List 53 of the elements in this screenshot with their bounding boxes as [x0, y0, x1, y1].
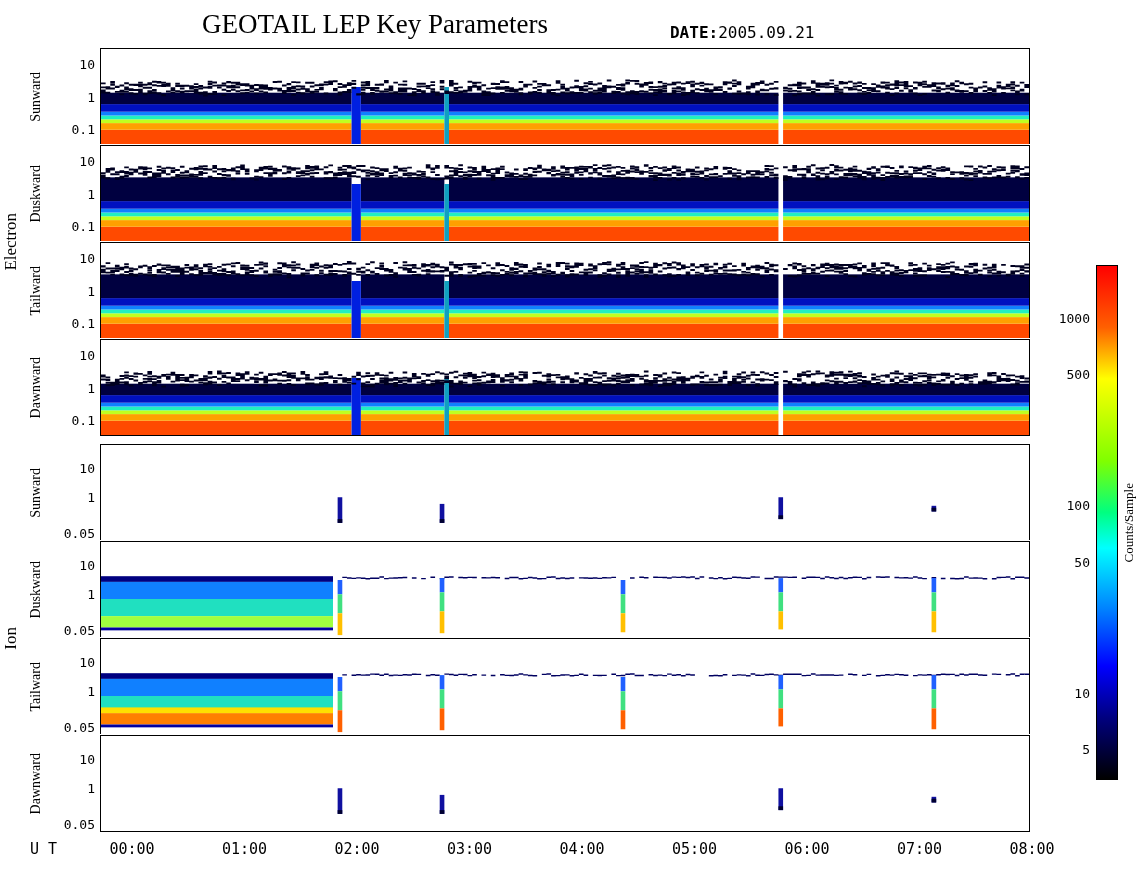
axis-tick-label: 1	[87, 586, 95, 602]
date-label: DATE:2005.09.21	[670, 23, 815, 44]
axis-tick-label: 1	[87, 380, 95, 395]
axis-tick-label: 1	[87, 283, 95, 298]
axis-tick-label: 04:00	[558, 840, 606, 858]
color-scale-tick-label: 5	[1082, 741, 1090, 757]
direction-label: Tailward	[28, 661, 44, 712]
color-scale-title: Counts/Sample	[1121, 482, 1137, 563]
axis-tick-label: 1	[87, 186, 95, 201]
species-label: Ion	[1, 626, 21, 650]
color-scale-tick-label: 50	[1074, 554, 1090, 570]
direction-label: Sunward	[28, 467, 44, 518]
axis-tick-label: 0.05	[63, 525, 95, 541]
axis-tick-label: 03:00	[445, 840, 494, 858]
axis-tick-label: 0.1	[71, 412, 95, 428]
axis-tick-label: 08:00	[1008, 840, 1056, 858]
direction-label: Duskward	[28, 560, 44, 619]
plot-title: GEOTAIL LEP Key Parameters	[202, 8, 548, 41]
axis-tick-label: 05:00	[670, 840, 719, 858]
axis-tick-label: 0.05	[63, 816, 95, 832]
axis-tick-label: 0.05	[63, 622, 95, 638]
color-scale-tick-label: 500	[1066, 366, 1090, 382]
axis-tick-label: 01:00	[220, 840, 269, 858]
axis-tick-label: 0.1	[71, 218, 95, 234]
axis-tick-label: 10	[79, 460, 95, 476]
direction-label: Dawnward	[28, 752, 44, 815]
axis-tick-label: 1	[87, 683, 95, 699]
axis-tick-label: 10	[79, 654, 95, 670]
axis-tick-label: 02:00	[333, 840, 381, 858]
axis-label: U T	[29, 840, 59, 858]
axis-tick-label: 10	[79, 56, 95, 72]
species-label: Electron	[1, 213, 21, 271]
axis-tick-label: 0.05	[63, 719, 95, 735]
axis-tick-label: 0.1	[71, 315, 95, 331]
direction-label: Sunward	[28, 71, 44, 122]
axis-tick-label: 00:00	[108, 840, 156, 858]
axis-tick-label: 07:00	[895, 840, 944, 858]
axis-tick-label: 10	[79, 751, 95, 767]
axis-tick-label: 10	[79, 557, 95, 573]
direction-label: Tailward	[28, 265, 44, 316]
axis-tick-label: 10	[79, 347, 95, 363]
axis-tick-label: 1	[87, 89, 95, 104]
axis-tick-label: 0.1	[71, 121, 95, 137]
color-scale-tick-label: 100	[1066, 497, 1090, 513]
axis-tick-label: 10	[79, 153, 95, 169]
direction-label: Dawnward	[28, 356, 44, 419]
color-scale-tick-label: 10	[1074, 685, 1090, 701]
axis-tick-label: 10	[79, 250, 95, 266]
axis-tick-label: 1	[87, 780, 95, 796]
axis-tick-label: 06:00	[783, 840, 831, 858]
axis-tick-label: 1	[87, 489, 95, 505]
direction-label: Duskward	[28, 164, 44, 223]
color-scale-tick-label: 1000	[1058, 310, 1090, 326]
